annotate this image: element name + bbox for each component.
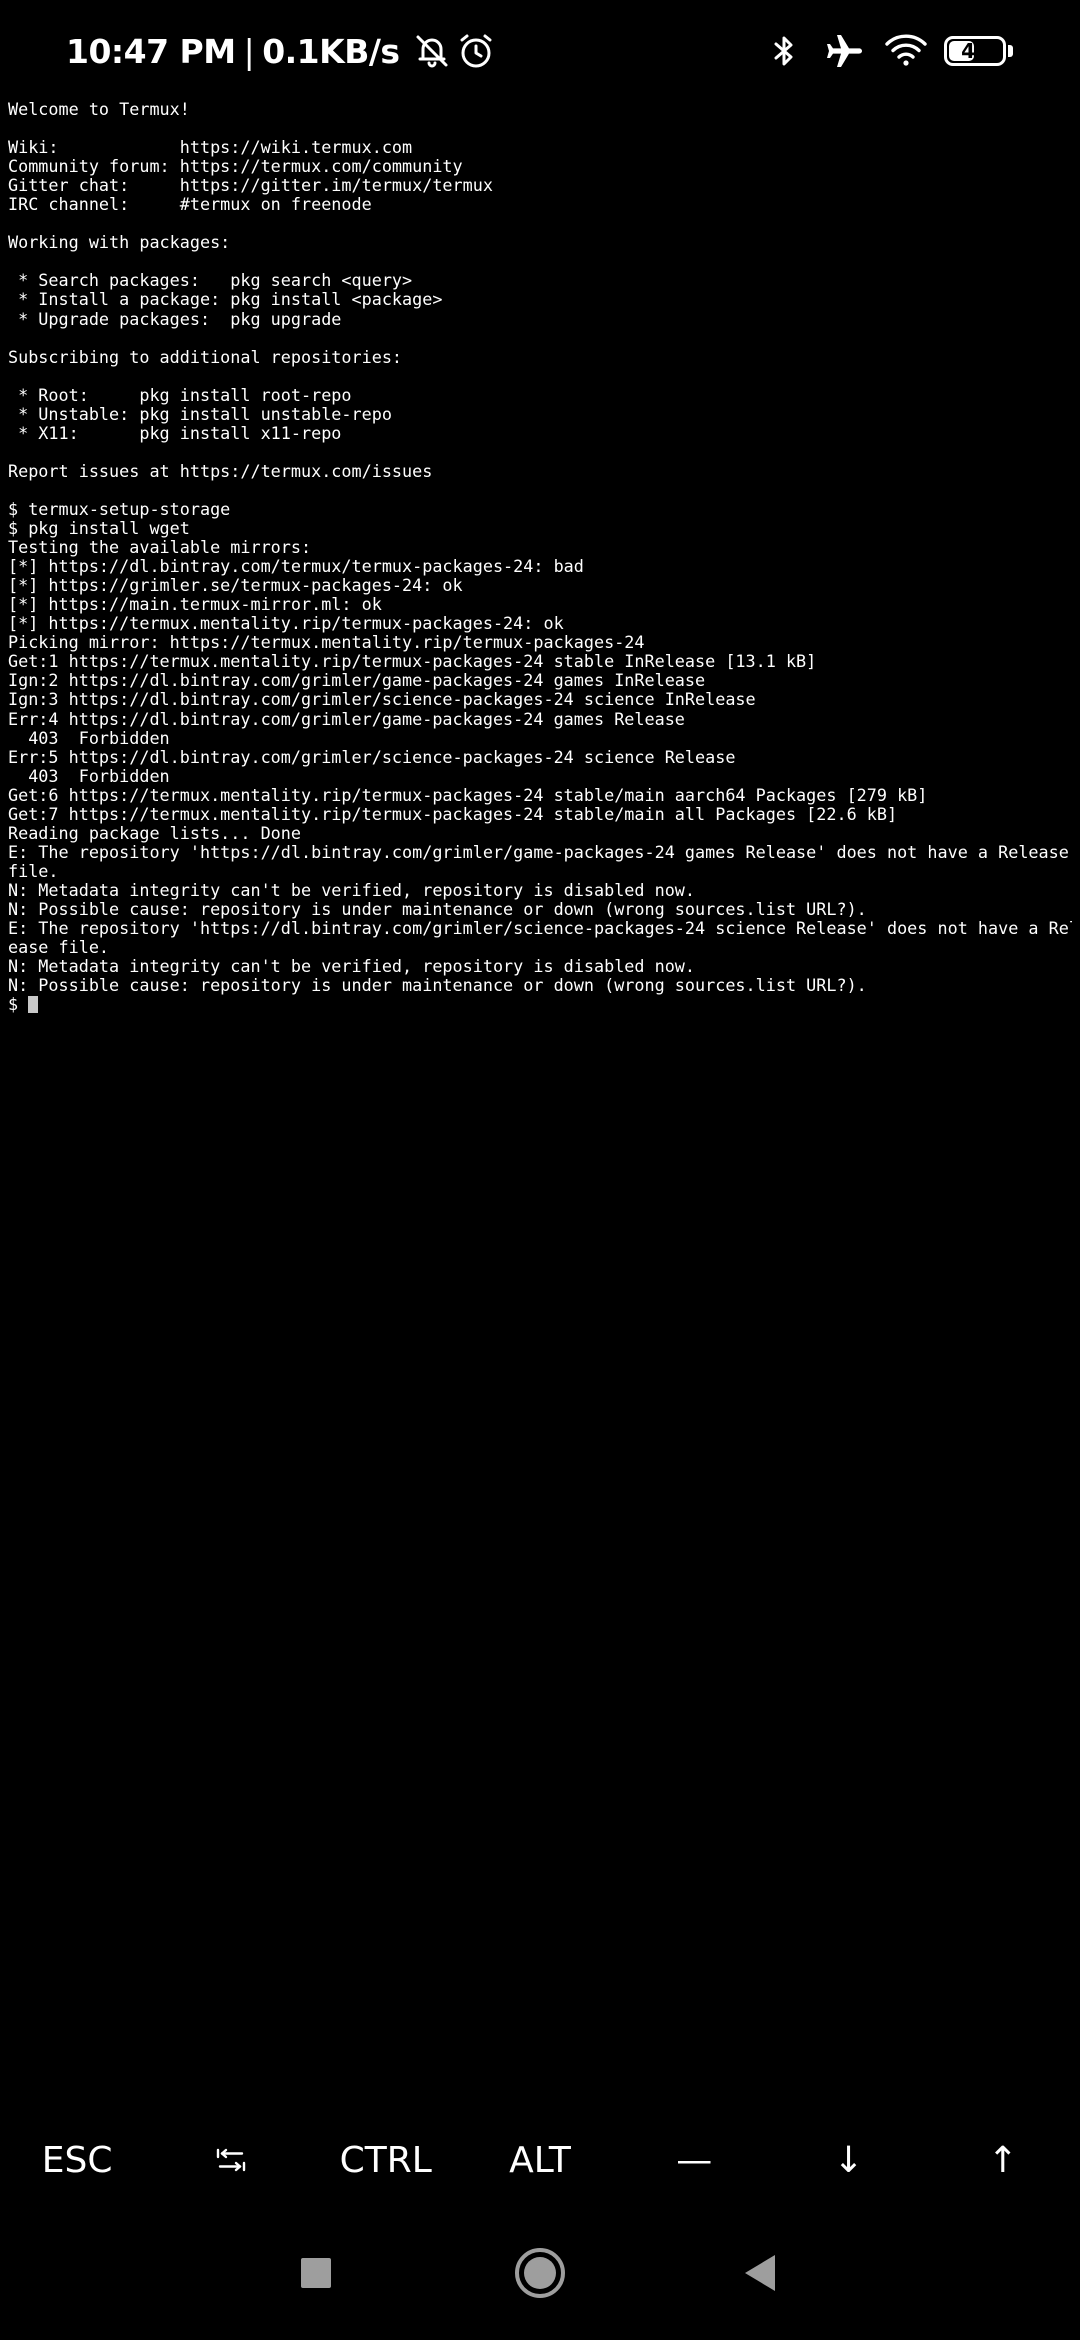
- arrow-down-key[interactable]: ↓: [771, 2118, 925, 2202]
- status-separator: |: [243, 31, 255, 71]
- dash-key[interactable]: —: [617, 2118, 771, 2202]
- network-speed: 0.1KB/s: [262, 31, 400, 71]
- battery-level: 49: [961, 39, 989, 63]
- battery-icon: 49: [944, 34, 1016, 68]
- bell-muted-icon: [412, 31, 452, 71]
- battery-body: 49: [944, 36, 1006, 66]
- esc-key[interactable]: ESC: [0, 2118, 154, 2202]
- clock: 10:47 PM: [66, 31, 236, 71]
- wifi-icon: [884, 31, 927, 71]
- tab-icon: [216, 2147, 246, 2173]
- status-right: 49: [764, 28, 1016, 74]
- ctrl-key[interactable]: CTRL: [309, 2118, 463, 2202]
- status-left: 10:47 PM | 0.1KB/s: [66, 28, 496, 74]
- recents-icon: [300, 2257, 332, 2294]
- alarm-icon: [456, 31, 496, 71]
- alt-key[interactable]: ALT: [463, 2118, 617, 2202]
- tab-key[interactable]: [154, 2118, 308, 2202]
- home-button[interactable]: [480, 2220, 600, 2330]
- airplane-icon: [824, 31, 864, 71]
- terminal-output: Welcome to Termux! Wiki: https://wiki.te…: [8, 100, 1072, 996]
- recents-button[interactable]: [256, 2220, 376, 2330]
- home-icon: [513, 2246, 567, 2305]
- extra-keys-bar: ESC CTRL ALT — ↓ ↑: [0, 2118, 1080, 2202]
- status-bar: 10:47 PM | 0.1KB/s 49: [0, 0, 1080, 100]
- terminal-cursor: [28, 996, 39, 1014]
- back-icon: [742, 2253, 778, 2298]
- prompt-symbol: $: [8, 994, 19, 1015]
- back-button[interactable]: [700, 2220, 820, 2330]
- terminal-view[interactable]: Welcome to Termux! Wiki: https://wiki.te…: [8, 100, 1072, 2020]
- battery-tip: [1008, 45, 1013, 57]
- bluetooth-icon: [764, 31, 804, 71]
- arrow-up-key[interactable]: ↑: [926, 2118, 1080, 2202]
- navigation-bar: [0, 2220, 1080, 2330]
- prompt-line[interactable]: $: [8, 995, 1072, 1014]
